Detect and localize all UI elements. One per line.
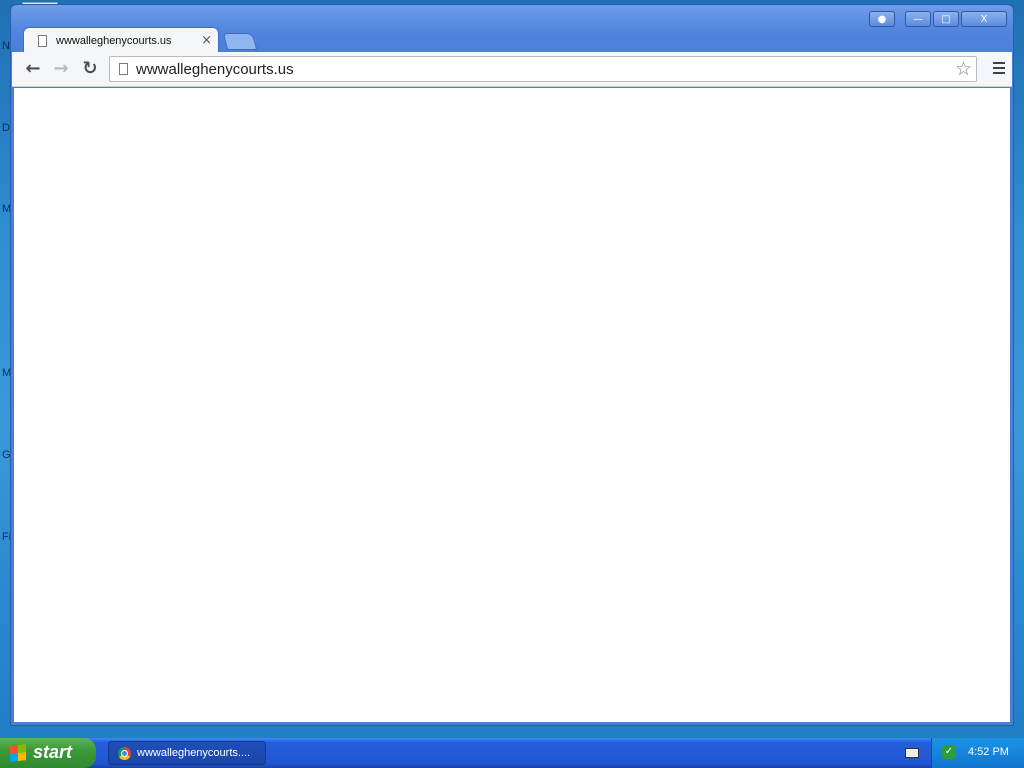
taskbar-button-chrome[interactable]: wwwalleghenycourts.... <box>108 741 266 765</box>
taskbar-button-label: wwwalleghenycourts.... <box>137 747 251 759</box>
network-icon[interactable]: ✓ <box>942 745 956 759</box>
desktop-icon-label[interactable]: N <box>2 40 10 52</box>
minimize-button[interactable]: — <box>905 11 931 27</box>
windows-logo-icon <box>10 744 26 762</box>
tab-close-icon[interactable]: × <box>201 33 212 48</box>
close-button[interactable]: X <box>961 11 1007 27</box>
menu-bar <box>993 62 1005 64</box>
desktop-icon-label[interactable]: D <box>2 122 10 134</box>
page-icon <box>38 35 47 47</box>
menu-bar <box>993 67 1005 69</box>
chrome-icon <box>118 747 131 760</box>
menu-bar <box>993 72 1005 74</box>
profile-icon[interactable]: ● <box>869 11 895 27</box>
bookmark-star-icon[interactable]: ☆ <box>955 58 972 80</box>
clock[interactable]: 4:52 PM <box>968 746 1009 758</box>
tab-active[interactable]: wwwalleghenycourts.us × <box>23 27 219 54</box>
page-icon <box>119 63 128 75</box>
taskbar: start wwwalleghenycourts.... ✓ 4:52 PM <box>0 738 1024 768</box>
tab-title: wwwalleghenycourts.us <box>56 35 172 47</box>
menu-icon[interactable] <box>992 59 1006 77</box>
system-tray: ✓ 4:52 PM <box>931 738 1024 768</box>
forward-button[interactable]: → <box>50 58 72 80</box>
address-text[interactable]: wwwalleghenycourts.us <box>136 61 294 78</box>
window-controls: ● — □ X <box>869 11 1007 27</box>
start-label: start <box>33 742 73 762</box>
start-button[interactable]: start <box>0 738 96 768</box>
reload-button[interactable]: ↻ <box>79 58 101 80</box>
keyboard-icon[interactable] <box>905 748 919 758</box>
browser-window: ● — □ X wwwalleghenycourts.us × ← → ↻ ww… <box>10 4 1014 726</box>
address-bar[interactable]: wwwalleghenycourts.us ☆ <box>109 56 977 82</box>
page-content[interactable] <box>14 88 1010 722</box>
back-button[interactable]: ← <box>22 58 44 80</box>
maximize-button[interactable]: □ <box>933 11 959 27</box>
new-tab-button[interactable] <box>222 33 258 50</box>
toolbar: ← → ↻ wwwalleghenycourts.us ☆ <box>12 52 1012 87</box>
